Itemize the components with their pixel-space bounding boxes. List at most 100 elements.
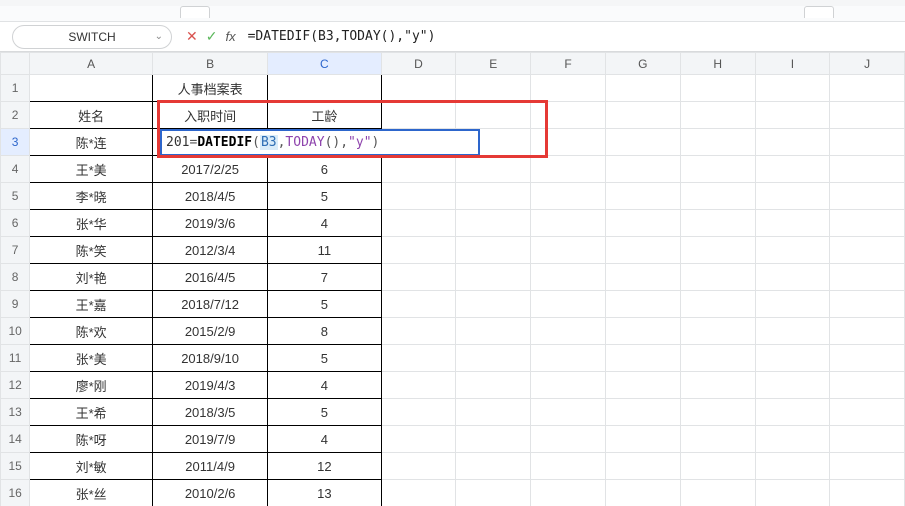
cell[interactable] [531,318,606,345]
cell[interactable] [456,75,531,102]
cell[interactable] [680,102,755,129]
row-header-13[interactable]: 13 [1,399,30,426]
column-header-H[interactable]: H [680,53,755,75]
cell[interactable] [605,318,680,345]
cell[interactable] [531,75,606,102]
cell[interactable] [605,426,680,453]
cell[interactable] [381,453,456,480]
cell[interactable] [755,345,830,372]
cell[interactable] [605,345,680,372]
cell[interactable] [755,318,830,345]
name-box[interactable]: SWITCH ⌄ [12,25,172,49]
cell[interactable] [605,75,680,102]
cell[interactable] [605,372,680,399]
row-header-15[interactable]: 15 [1,453,30,480]
cell[interactable] [605,453,680,480]
cell[interactable] [830,453,905,480]
cell[interactable] [531,426,606,453]
cell[interactable] [531,156,606,183]
cell[interactable] [456,237,531,264]
cell[interactable] [830,372,905,399]
cell[interactable] [381,210,456,237]
cell[interactable] [830,129,905,156]
cell[interactable] [680,399,755,426]
cell[interactable] [755,372,830,399]
row-header-14[interactable]: 14 [1,426,30,453]
cell[interactable] [531,453,606,480]
cell[interactable] [531,291,606,318]
cell[interactable] [605,399,680,426]
cell[interactable] [531,480,606,506]
cell[interactable] [830,318,905,345]
cell[interactable] [680,129,755,156]
cell[interactable] [680,291,755,318]
cell[interactable] [456,291,531,318]
cell-editor[interactable]: 201 = DATEDIF ( B3 , TODAY ( ) , "y" ) [160,129,480,156]
cell[interactable] [680,318,755,345]
fx-label[interactable]: fx [225,29,235,44]
cell[interactable] [605,102,680,129]
cell[interactable] [605,129,680,156]
cell[interactable] [680,372,755,399]
cell[interactable] [381,237,456,264]
cancel-icon[interactable]: ✕ [186,28,198,45]
cell[interactable] [830,291,905,318]
cell[interactable] [531,210,606,237]
cell[interactable] [531,345,606,372]
row-header-9[interactable]: 9 [1,291,30,318]
row-header-2[interactable]: 2 [1,102,30,129]
chevron-down-icon[interactable]: ⌄ [155,31,163,42]
cell[interactable] [830,345,905,372]
cell[interactable] [755,75,830,102]
cell[interactable] [531,372,606,399]
cell[interactable] [531,237,606,264]
row-header-5[interactable]: 5 [1,183,30,210]
column-header-B[interactable]: B [152,53,267,75]
cell[interactable] [531,264,606,291]
row-header-12[interactable]: 12 [1,372,30,399]
cell[interactable] [830,399,905,426]
cell[interactable] [605,210,680,237]
column-header-E[interactable]: E [456,53,531,75]
cell[interactable] [830,264,905,291]
cell[interactable] [755,210,830,237]
cell[interactable] [755,156,830,183]
column-header-A[interactable]: A [30,53,153,75]
cell[interactable] [381,345,456,372]
cell[interactable] [680,264,755,291]
cell[interactable] [680,183,755,210]
cell[interactable] [456,480,531,506]
row-header-6[interactable]: 6 [1,210,30,237]
cell[interactable] [381,480,456,506]
cell[interactable] [456,102,531,129]
ribbon-box[interactable] [804,6,834,18]
accept-icon[interactable]: ✓ [206,28,218,45]
cell[interactable] [830,75,905,102]
cell[interactable] [830,102,905,129]
cell[interactable] [755,426,830,453]
cell[interactable] [605,291,680,318]
cell[interactable] [755,102,830,129]
cell[interactable] [755,183,830,210]
cell[interactable] [605,237,680,264]
cell[interactable] [755,237,830,264]
cell[interactable] [268,75,381,102]
cell[interactable] [531,399,606,426]
cell[interactable] [381,156,456,183]
cell[interactable] [830,480,905,506]
column-header-G[interactable]: G [605,53,680,75]
row-header-10[interactable]: 10 [1,318,30,345]
column-header-J[interactable]: J [830,53,905,75]
cell[interactable] [456,345,531,372]
cell[interactable] [605,183,680,210]
cell[interactable] [680,453,755,480]
cell[interactable] [755,291,830,318]
cell[interactable] [456,399,531,426]
cell[interactable] [381,318,456,345]
cell[interactable] [680,237,755,264]
cell[interactable] [755,453,830,480]
cell[interactable] [680,210,755,237]
cell[interactable] [531,102,606,129]
cell[interactable] [381,102,456,129]
row-header-11[interactable]: 11 [1,345,30,372]
